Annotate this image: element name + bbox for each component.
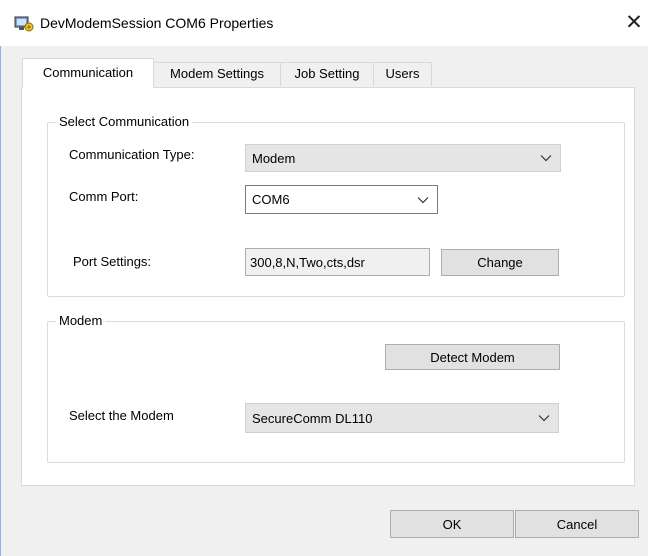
ok-button[interactable]: OK <box>390 510 514 538</box>
cancel-button[interactable]: Cancel <box>515 510 639 538</box>
close-icon[interactable]: ✕ <box>620 8 648 38</box>
select-modem-value: SecureComm DL110 <box>252 410 373 426</box>
change-button[interactable]: Change <box>441 249 559 276</box>
app-icon <box>14 14 34 34</box>
window-border <box>0 46 1 556</box>
select-communication-legend: Select Communication <box>56 114 193 130</box>
chevron-down-icon <box>417 196 429 203</box>
communication-type-value: Modem <box>252 150 296 166</box>
select-modem-label: Select the Modem <box>69 408 174 423</box>
comm-port-label: Comm Port: <box>69 189 139 204</box>
tab-job-setting[interactable]: Job Setting <box>280 62 374 86</box>
port-settings-field: 300,8,N,Two,cts,dsr <box>245 248 430 276</box>
communication-type-combo[interactable]: Modem <box>245 144 561 172</box>
modem-legend: Modem <box>56 313 106 329</box>
window-title: DevModemSession COM6 Properties <box>40 15 274 31</box>
port-settings-value: 300,8,N,Two,cts,dsr <box>250 254 365 270</box>
select-modem-combo[interactable]: SecureComm DL110 <box>245 403 559 433</box>
port-settings-label: Port Settings: <box>73 254 152 269</box>
tab-users[interactable]: Users <box>373 62 432 86</box>
detect-modem-button[interactable]: Detect Modem <box>385 344 560 370</box>
comm-port-value: COM6 <box>252 192 290 207</box>
chevron-down-icon <box>540 155 552 162</box>
tab-communication[interactable]: Communication <box>22 58 154 88</box>
comm-port-combo[interactable]: COM6 <box>245 185 438 214</box>
tab-modem-settings[interactable]: Modem Settings <box>153 62 281 86</box>
communication-type-label: Communication Type: <box>69 147 195 162</box>
modem-group <box>47 321 625 463</box>
chevron-down-icon <box>538 415 550 422</box>
